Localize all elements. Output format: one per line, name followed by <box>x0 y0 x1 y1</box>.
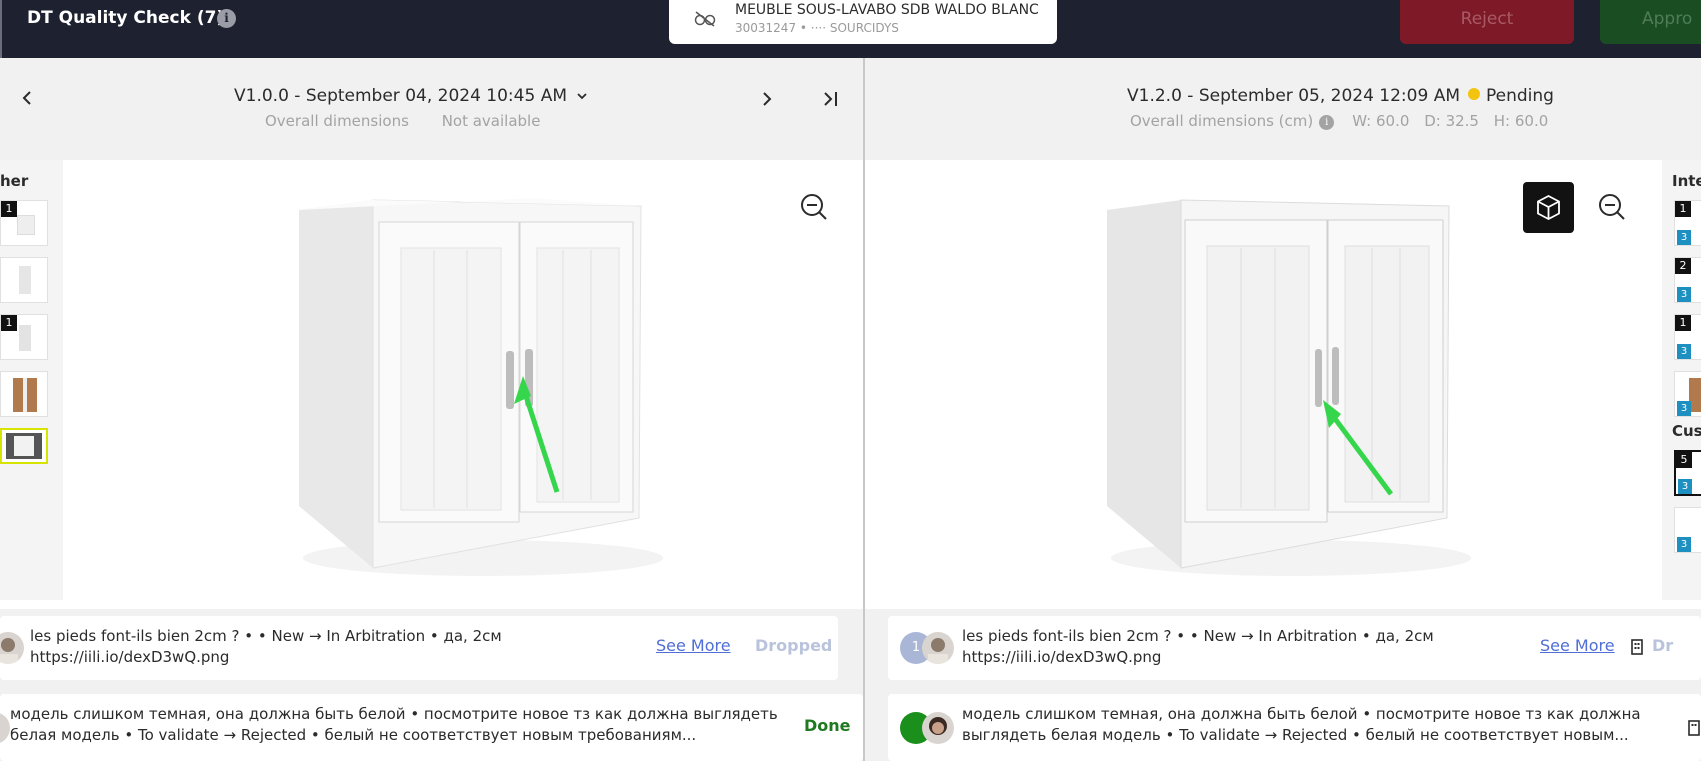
status-badge: Done <box>804 716 851 735</box>
left-side-label: her <box>0 172 29 190</box>
thumbnail[interactable]: 1 <box>0 200 48 246</box>
thumb-sub-badge: 3 <box>1678 479 1692 494</box>
skip-last-icon[interactable] <box>822 89 840 115</box>
comment-item[interactable]: les pieds font-ils bien 2cm ? • • New → … <box>0 616 838 680</box>
info-icon[interactable]: i <box>1319 115 1335 130</box>
right-3d-viewer[interactable] <box>865 160 1662 600</box>
zoom-out-icon[interactable] <box>799 192 829 222</box>
thumb-badge: 1 <box>1 315 17 331</box>
thumb-badge: 1 <box>1675 315 1691 331</box>
cube-icon <box>1537 194 1560 221</box>
right-side-label: Inte <box>1672 172 1701 190</box>
reject-button[interactable]: Reject <box>1400 0 1574 44</box>
pending-dot <box>1468 88 1480 100</box>
dims-depth: D: 32.5 <box>1424 112 1479 130</box>
left-dims-label: Overall dimensions <box>265 112 409 130</box>
product-name: MEUBLE SOUS-LAVABO SDB WALDO BLANC <box>735 2 1039 18</box>
left-thumbnail-strip: her 1 1 <box>0 160 63 600</box>
comment-text: les pieds font-ils bien 2cm ? • • New → … <box>30 627 502 666</box>
status-badge: Dropped <box>755 636 833 655</box>
right-side-label-2: Cus <box>1672 422 1701 440</box>
status-badge: Dr <box>1652 636 1674 655</box>
avatar <box>0 712 10 744</box>
product-card[interactable]: MEUBLE SOUS-LAVABO SDB WALDO BLANC 30031… <box>669 0 1057 44</box>
thumbnail[interactable]: 3 <box>1674 507 1701 553</box>
thumb-sub-badge: 3 <box>1677 537 1691 552</box>
comment-item[interactable]: модель слишком темная, она должна быть б… <box>0 694 863 761</box>
thumbnail[interactable] <box>0 371 48 417</box>
avatar <box>922 712 954 744</box>
see-more-link[interactable]: See More <box>656 636 731 655</box>
zoom-out-icon[interactable] <box>1597 192 1627 222</box>
right-version-title: V1.2.0 - September 05, 2024 12:09 AM Pend… <box>1127 86 1554 106</box>
comment-item[interactable]: 1 les pieds font-ils bien 2cm ? • • New … <box>888 616 1701 680</box>
thumb-badge: 1 <box>1 201 17 217</box>
right-version-bar: V1.2.0 - September 05, 2024 12:09 AM Pend… <box>865 58 1701 160</box>
thumbnail-selected[interactable]: 5 3 <box>1674 450 1701 496</box>
right-version-status: Pending <box>1486 86 1554 106</box>
cabinet-image <box>1107 199 1471 576</box>
cube-view-button[interactable] <box>1523 182 1574 233</box>
building-icon <box>1688 720 1700 736</box>
thumb-sub-badge: 3 <box>1677 344 1691 359</box>
cabinet-image <box>299 198 663 576</box>
chevron-down-icon <box>577 93 588 100</box>
thumb-badge: 2 <box>1675 258 1691 274</box>
left-version-panel: V1.0.0 - September 04, 2024 10:45 AM Ove… <box>0 58 863 761</box>
right-dims-label: Overall dimensions (cm) <box>1130 112 1314 130</box>
thumb-sub-badge: 3 <box>1677 230 1691 245</box>
approve-button[interactable]: Appro <box>1600 0 1701 44</box>
product-meta: 30031247 • ···· SOURCIDYS <box>735 21 899 35</box>
thumbnail[interactable]: 1 3 <box>1674 200 1701 246</box>
thumb-badge: 5 <box>1676 452 1692 468</box>
left-edge <box>0 0 2 58</box>
see-more-link[interactable]: See More <box>1540 636 1615 655</box>
left-version-label: V1.0.0 - September 04, 2024 10:45 AM <box>234 86 567 106</box>
top-bar: DT Quality Check (7) i MEUBLE SOUS-LAVAB… <box>0 0 1701 58</box>
comment-text: модель слишком темная, она должна быть б… <box>962 705 1641 744</box>
chevron-left-icon[interactable] <box>20 88 34 114</box>
comment-text: модель слишком темная, она должна быть б… <box>10 705 778 744</box>
thumbnail[interactable]: 2 3 <box>1674 257 1701 303</box>
building-icon <box>1631 639 1643 655</box>
chevron-right-icon[interactable] <box>760 89 774 115</box>
right-dimensions: Overall dimensions (cm) i W: 60.0 D: 32.5 … <box>1130 112 1548 130</box>
thumbnail[interactable]: 1 <box>0 314 48 360</box>
left-version-bar: V1.0.0 - September 04, 2024 10:45 AM Ove… <box>0 58 863 160</box>
page-title: DT Quality Check (7) <box>27 8 225 28</box>
right-version-panel: V1.2.0 - September 05, 2024 12:09 AM Pend… <box>865 58 1701 761</box>
dims-height: H: 60.0 <box>1493 112 1549 130</box>
right-version-label: V1.2.0 - September 05, 2024 12:09 AM <box>1127 86 1460 106</box>
thumb-badge: 1 <box>1675 201 1691 217</box>
left-3d-viewer[interactable] <box>63 160 863 600</box>
info-icon[interactable]: i <box>217 9 236 28</box>
product-link-icon <box>694 11 716 27</box>
thumbnail[interactable]: 3 <box>1674 371 1701 417</box>
thumbnail-selected[interactable] <box>0 428 48 464</box>
avatar <box>922 632 954 664</box>
left-dimensions: Overall dimensions Not available <box>265 112 540 130</box>
comment-text: les pieds font-ils bien 2cm ? • • New → … <box>962 627 1434 666</box>
left-dims-value: Not available <box>441 112 541 130</box>
avatar <box>0 632 24 664</box>
thumbnail[interactable]: 1 3 <box>1674 314 1701 360</box>
thumbnail[interactable] <box>0 257 48 303</box>
comment-item[interactable]: модель слишком темная, она должна быть б… <box>888 694 1701 761</box>
thumb-sub-badge: 3 <box>1677 401 1691 416</box>
left-version-selector[interactable]: V1.0.0 - September 04, 2024 10:45 AM <box>234 86 588 106</box>
dims-width: W: 60.0 <box>1352 112 1410 130</box>
right-thumbnail-strip: Inte 1 3 2 3 1 3 3 Cus 5 3 3 <box>1662 160 1701 600</box>
thumb-sub-badge: 3 <box>1677 287 1691 302</box>
